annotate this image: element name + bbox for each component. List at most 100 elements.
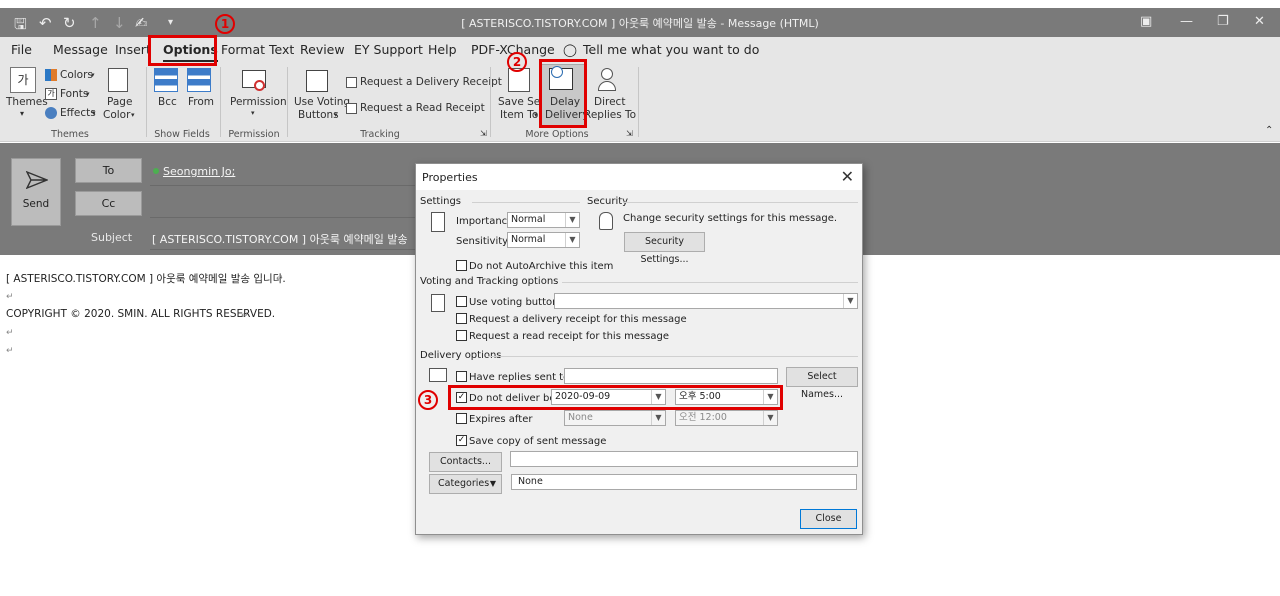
subject-field-line <box>150 249 416 250</box>
direct-replies-icon[interactable] <box>597 68 617 92</box>
collapse-ribbon-icon[interactable]: ⌃ <box>1265 125 1273 136</box>
colors-button[interactable]: Colors <box>60 69 93 81</box>
tab-message[interactable]: Message <box>53 42 108 57</box>
annotation-box-options <box>148 35 217 66</box>
close-icon[interactable]: ✕ <box>1254 14 1265 29</box>
tab-help[interactable]: Help <box>428 42 457 57</box>
page-color-button-line2[interactable]: Color <box>103 109 130 121</box>
group-label-show-fields: Show Fields <box>154 129 210 140</box>
voting-icon <box>431 294 445 312</box>
annotation-number-2: 2 <box>507 52 527 72</box>
read-receipt-label: Request a Read Receipt <box>360 102 485 114</box>
group-label-tracking: Tracking <box>360 129 400 140</box>
voting-options-select[interactable]: ▼ <box>554 293 858 309</box>
save-copy-checkbox[interactable]: ✓ <box>456 435 467 446</box>
group-separator <box>287 67 288 137</box>
divider <box>472 202 580 203</box>
request-delivery-label: Request a delivery receipt for this mess… <box>469 314 687 325</box>
subject-input[interactable]: [ ASTERISCO.TISTORY.COM ] 아웃룩 예약메일 발송 <box>152 231 408 247</box>
lock-icon <box>599 212 613 230</box>
chevron-down-icon: ▾ <box>334 111 338 119</box>
chevron-down-icon: ▾ <box>92 109 96 117</box>
fonts-icon: 가 <box>45 88 57 100</box>
direct-replies-button-line2[interactable]: Replies To <box>584 109 636 121</box>
to-field-line <box>150 185 416 186</box>
have-replies-checkbox[interactable] <box>456 371 467 382</box>
chevron-down-icon: ▾ <box>534 111 538 119</box>
settings-icon <box>431 212 445 232</box>
maximize-icon[interactable]: ❐ <box>1217 14 1229 29</box>
themes-button[interactable]: Themes <box>6 96 48 108</box>
chevron-down-icon: ▼ <box>763 411 777 425</box>
settings-section: Settings <box>420 196 462 207</box>
voting-buttons-button[interactable]: Use Voting <box>294 96 350 108</box>
themes-icon[interactable]: 가 <box>10 67 36 93</box>
expires-time-select[interactable]: 오전 12:00 ▼ <box>675 410 778 426</box>
use-voting-checkbox[interactable] <box>456 296 467 307</box>
tell-me-search[interactable]: Tell me what you want to do <box>583 42 759 57</box>
group-separator <box>638 67 639 137</box>
divider <box>488 356 858 357</box>
request-read-label: Request a read receipt for this message <box>469 331 670 342</box>
categories-input[interactable]: None <box>511 474 857 490</box>
subject-label: Subject <box>91 231 133 244</box>
chevron-down-icon: ▼ <box>651 411 665 425</box>
bcc-icon[interactable] <box>154 68 178 92</box>
tab-insert[interactable]: Insert <box>115 42 151 57</box>
minimize-icon[interactable]: — <box>1180 14 1193 29</box>
chevron-down-icon: ▼ <box>565 233 579 247</box>
effects-button[interactable]: Effects <box>60 107 96 119</box>
body-line-3[interactable]: COPYRIGHT © 2020. SMIN. ALL RIGHTS RESER… <box>6 308 275 320</box>
to-recipient[interactable]: Seongmin Jo; <box>163 165 235 178</box>
from-button[interactable]: From <box>188 96 214 108</box>
tab-file[interactable]: File <box>11 42 32 57</box>
no-autoarchive-label: Do not AutoArchive this item <box>469 261 614 272</box>
contacts-input[interactable] <box>510 451 858 467</box>
voting-buttons-icon[interactable] <box>306 70 328 92</box>
expires-date-select[interactable]: None ▼ <box>564 410 666 426</box>
ribbon-display-icon[interactable]: ▣ <box>1140 14 1152 29</box>
select-names-button[interactable]: Select Names... <box>786 367 858 400</box>
sensitivity-select[interactable]: Normal ▼ <box>507 232 580 248</box>
dialog-close-icon[interactable]: ✕ <box>841 167 854 186</box>
permission-button[interactable]: Permission <box>230 96 287 108</box>
fonts-button[interactable]: Fonts <box>60 88 88 100</box>
to-button[interactable]: To <box>75 158 142 183</box>
delivery-receipt-checkbox[interactable] <box>346 77 357 88</box>
save-sent-item-button-line2[interactable]: Item To <box>500 109 538 121</box>
page-color-icon[interactable] <box>108 68 128 92</box>
expires-after-label: Expires after <box>469 414 533 425</box>
group-separator <box>220 67 221 137</box>
page-color-button[interactable]: Page <box>107 96 132 108</box>
no-autoarchive-checkbox[interactable] <box>456 260 467 271</box>
colors-icon <box>45 69 57 81</box>
dialog-launcher-icon[interactable]: ⇲ <box>480 129 487 138</box>
send-button[interactable]: Send <box>11 158 61 226</box>
contacts-button[interactable]: Contacts... <box>429 452 502 472</box>
tab-review[interactable]: Review <box>300 42 345 57</box>
request-delivery-checkbox[interactable] <box>456 313 467 324</box>
lightbulb-icon: ◯ <box>563 42 577 57</box>
body-line-1[interactable]: [ ASTERISCO.TISTORY.COM ] 아웃룩 예약메일 발송 입니… <box>6 271 286 286</box>
expires-after-checkbox[interactable] <box>456 413 467 424</box>
close-button[interactable]: Close <box>800 509 857 529</box>
group-separator <box>146 67 147 137</box>
tab-format-text[interactable]: Format Text <box>221 42 294 57</box>
dialog-launcher-icon[interactable]: ⇲ <box>626 129 633 138</box>
group-separator <box>490 67 491 137</box>
bcc-button[interactable]: Bcc <box>158 96 177 108</box>
divider <box>623 202 858 203</box>
read-receipt-checkbox[interactable] <box>346 103 357 114</box>
have-replies-input[interactable] <box>564 368 778 384</box>
from-icon[interactable] <box>187 68 211 92</box>
importance-select[interactable]: Normal ▼ <box>507 212 580 228</box>
cc-button[interactable]: Cc <box>75 191 142 216</box>
voting-buttons-button-line2[interactable]: Buttons <box>298 109 339 121</box>
direct-replies-button[interactable]: Direct <box>594 96 625 108</box>
ribbon: 가 Themes ▾ Colors ▾ 가 Fonts ▾ Effects ▾ … <box>0 63 1280 142</box>
tab-ey-support[interactable]: EY Support <box>354 42 423 57</box>
categories-button[interactable]: Categories ▼ <box>429 474 502 494</box>
security-settings-button[interactable]: Security Settings... <box>624 232 705 265</box>
request-read-checkbox[interactable] <box>456 330 467 341</box>
have-replies-label: Have replies sent to <box>469 372 570 383</box>
